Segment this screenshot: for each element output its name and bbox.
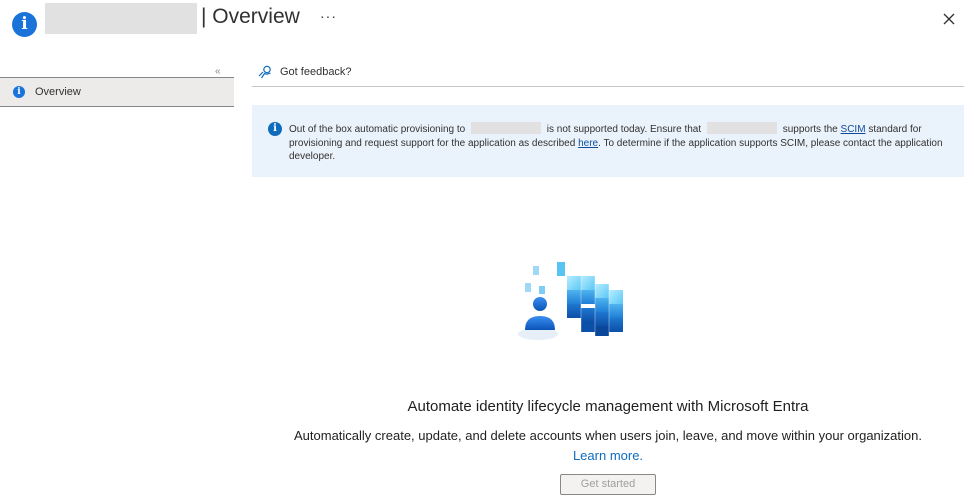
empty-state-title: Automate identity lifecycle management w… <box>407 398 809 415</box>
page-header: i | Overview ··· <box>0 0 969 44</box>
scim-link[interactable]: SCIM <box>841 124 866 135</box>
collapse-sidebar-button[interactable]: « <box>215 66 221 77</box>
empty-state-description: Automatically create, update, and delete… <box>294 428 922 443</box>
more-options-button[interactable]: ··· <box>320 8 337 24</box>
info-banner: i Out of the box automatic provisioning … <box>252 105 964 177</box>
sidebar-item-overview[interactable]: i Overview <box>0 77 234 107</box>
command-bar: Got feedback? <box>252 58 964 87</box>
info-icon: i <box>12 12 37 37</box>
page-title: | Overview <box>201 5 300 28</box>
redacted-app-name <box>471 122 541 134</box>
here-link[interactable]: here <box>578 138 598 149</box>
provisioning-illustration <box>515 258 640 348</box>
close-button[interactable] <box>938 8 960 30</box>
sidebar-item-label: Overview <box>35 86 81 98</box>
redacted-app-name <box>706 122 777 134</box>
get-started-button[interactable]: Get started <box>560 474 656 495</box>
learn-more-link[interactable]: Learn more. <box>573 448 643 463</box>
learn-more-container: Learn more. <box>252 448 964 463</box>
info-icon: i <box>268 122 282 136</box>
banner-text-1: Out of the box automatic provisioning to <box>289 124 466 135</box>
banner-message: Out of the box automatic provisioning to… <box>289 122 957 164</box>
close-icon <box>943 13 955 25</box>
info-icon: i <box>13 86 25 98</box>
feedback-icon <box>258 65 271 79</box>
feedback-label: Got feedback? <box>280 66 352 78</box>
banner-text-3: supports the <box>782 124 838 135</box>
banner-text-2: is not supported today. Ensure that <box>546 124 702 135</box>
redacted-app-name <box>45 3 197 34</box>
